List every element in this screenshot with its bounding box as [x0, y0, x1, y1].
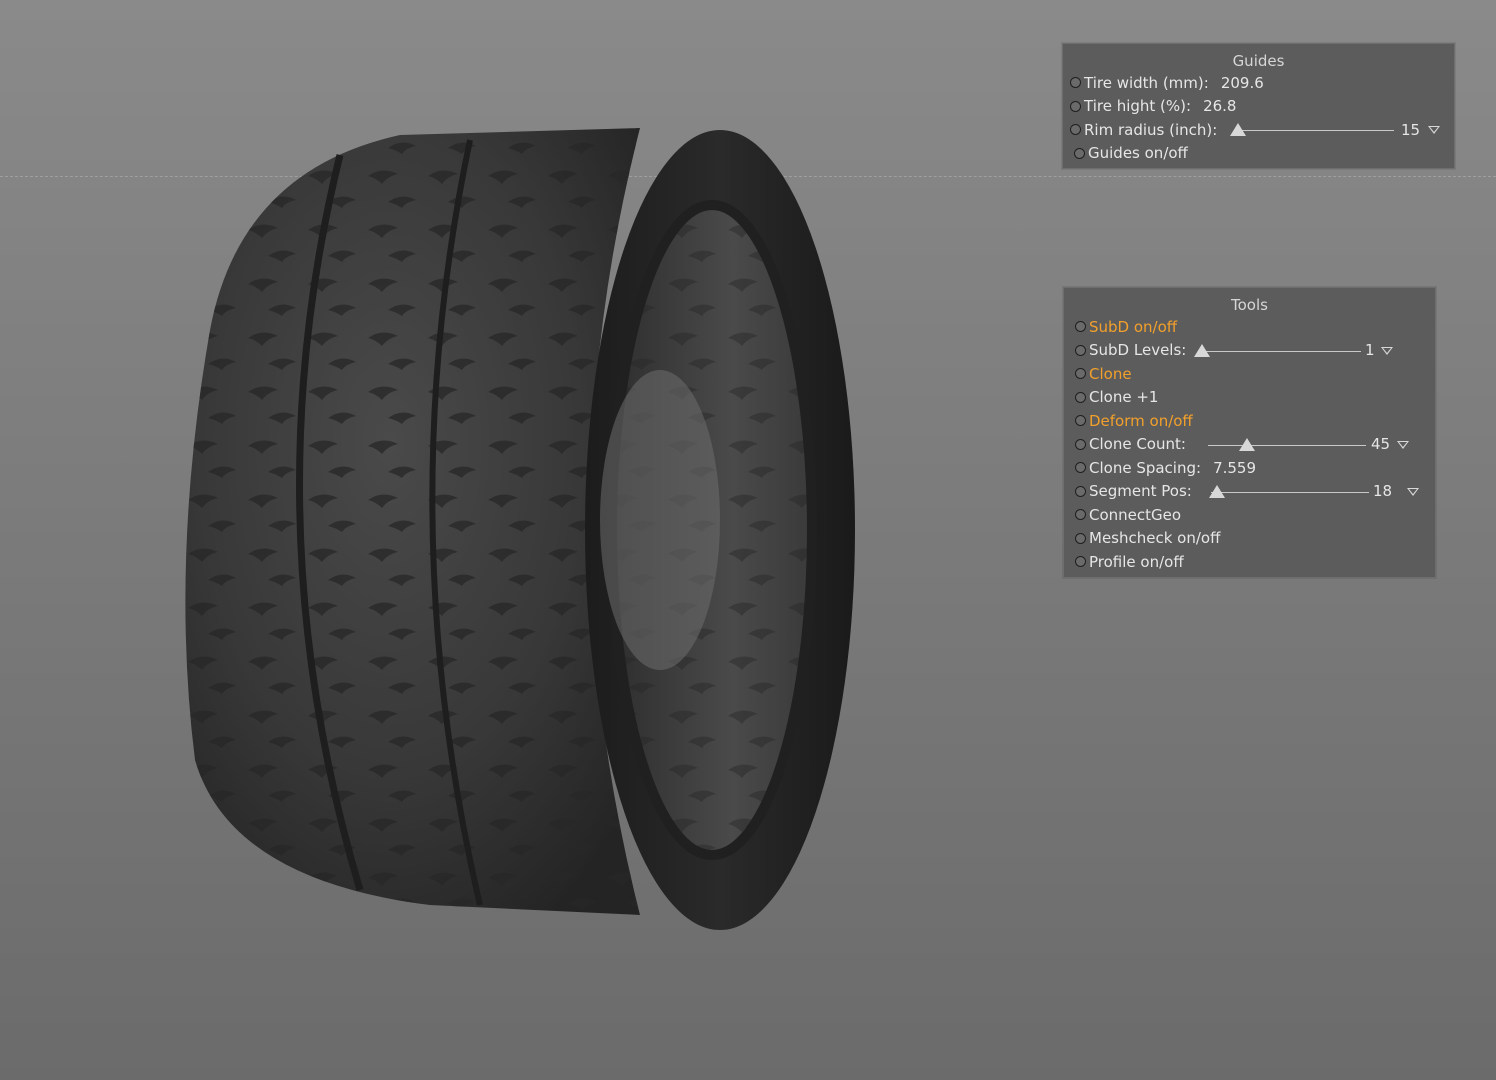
segment-pos-row[interactable]: Segment Pos: 18 — [1075, 480, 1446, 504]
tire-width-label: Tire width (mm): — [1084, 73, 1209, 92]
radio-button-icon[interactable] — [1075, 391, 1086, 403]
subd-levels-label: SubD Levels: — [1089, 341, 1187, 360]
clone-spacing-label: Clone Spacing: — [1089, 458, 1202, 477]
clone-spacing-row[interactable]: Clone Spacing: 7.559 — [1075, 456, 1446, 480]
radio-button-icon[interactable] — [1070, 77, 1081, 89]
clone-plus-label: Clone +1 — [1089, 388, 1159, 407]
subd-levels-value[interactable]: 1 — [1365, 341, 1375, 359]
segment-pos-label: Segment Pos: — [1089, 482, 1192, 501]
radio-button-icon[interactable] — [1075, 556, 1086, 568]
connect-geo-label: ConnectGeo — [1089, 505, 1182, 524]
deform-toggle-label: Deform on/off — [1089, 411, 1193, 430]
tire-height-row[interactable]: Tire hight (%): 26.8 — [1070, 95, 1461, 119]
tire-width-value[interactable]: 209.6 — [1221, 74, 1264, 92]
radio-button-icon[interactable] — [1075, 532, 1086, 544]
segment-pos-slider-track[interactable] — [1211, 491, 1369, 493]
triangle-up-icon[interactable] — [1230, 123, 1246, 136]
guides-toggle-label: Guides on/off — [1088, 144, 1188, 163]
radio-button-icon[interactable] — [1075, 509, 1086, 521]
clone-spacing-value[interactable]: 7.559 — [1213, 459, 1256, 477]
radio-button-icon[interactable] — [1075, 368, 1086, 380]
guides-panel: Guides Tire width (mm): 209.6 Tire hight… — [1062, 43, 1455, 169]
rim-radius-slider-track[interactable] — [1236, 130, 1394, 131]
segment-pos-value[interactable]: 18 — [1373, 482, 1392, 500]
radio-button-icon[interactable] — [1075, 462, 1086, 474]
deform-toggle-row[interactable]: Deform on/off — [1075, 409, 1446, 433]
clone-count-slider-track[interactable] — [1208, 444, 1366, 446]
clone-plus-row[interactable]: Clone +1 — [1075, 386, 1446, 410]
clone-label: Clone — [1089, 364, 1132, 383]
triangle-down-icon[interactable] — [1407, 487, 1419, 496]
triangle-down-icon[interactable] — [1428, 126, 1440, 134]
radio-button-icon[interactable] — [1070, 100, 1081, 112]
tire-height-value[interactable]: 26.8 — [1203, 97, 1236, 115]
subd-levels-slider-track[interactable] — [1203, 350, 1361, 352]
rim-radius-row[interactable]: Rim radius (inch): 15 — [1070, 118, 1461, 142]
radio-button-icon[interactable] — [1074, 147, 1085, 159]
triangle-down-icon[interactable] — [1381, 346, 1393, 355]
clone-count-value[interactable]: 45 — [1371, 435, 1390, 453]
triangle-up-icon[interactable] — [1239, 437, 1255, 451]
tools-panel-title: Tools — [1231, 296, 1268, 314]
meshcheck-toggle-row[interactable]: Meshcheck on/off — [1075, 527, 1446, 551]
connect-geo-row[interactable]: ConnectGeo — [1075, 503, 1446, 527]
tire-height-label: Tire hight (%): — [1084, 97, 1192, 116]
radio-button-icon[interactable] — [1075, 438, 1086, 450]
guides-toggle-row[interactable]: Guides on/off — [1074, 142, 1465, 166]
subd-toggle-row[interactable]: SubD on/off — [1075, 315, 1446, 339]
radio-button-icon[interactable] — [1075, 344, 1086, 356]
profile-toggle-row[interactable]: Profile on/off — [1075, 550, 1446, 574]
radio-button-icon[interactable] — [1075, 321, 1086, 333]
tools-panel: Tools SubD on/off SubD Levels: 1 Clone C… — [1063, 287, 1436, 578]
triangle-down-icon[interactable] — [1397, 440, 1409, 449]
triangle-up-icon[interactable] — [1209, 484, 1225, 498]
clone-count-row[interactable]: Clone Count: 45 — [1075, 433, 1446, 457]
tire-width-row[interactable]: Tire width (mm): 209.6 — [1070, 71, 1461, 95]
meshcheck-toggle-label: Meshcheck on/off — [1089, 529, 1221, 548]
subd-toggle-label: SubD on/off — [1089, 317, 1178, 336]
rim-radius-label: Rim radius (inch): — [1084, 120, 1218, 139]
guides-panel-title: Guides — [1232, 52, 1285, 70]
clone-row[interactable]: Clone — [1075, 362, 1446, 386]
rim-radius-value[interactable]: 15 — [1401, 121, 1420, 139]
radio-button-icon[interactable] — [1070, 124, 1081, 136]
profile-toggle-label: Profile on/off — [1089, 552, 1184, 571]
clone-count-label: Clone Count: — [1089, 435, 1186, 454]
triangle-up-icon[interactable] — [1194, 343, 1210, 357]
subd-levels-row[interactable]: SubD Levels: 1 — [1075, 339, 1446, 363]
radio-button-icon[interactable] — [1075, 485, 1086, 497]
radio-button-icon[interactable] — [1075, 415, 1086, 427]
